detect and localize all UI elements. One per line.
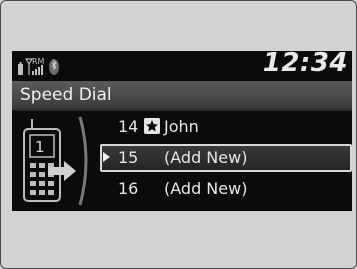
clock: 12:34 — [262, 51, 348, 78]
display-screen: RM 12:34 Speed Dial 1 14 John 15 (Add Ne… — [12, 51, 352, 211]
device-frame: RM 12:34 Speed Dial 1 14 John 15 (Add Ne… — [0, 0, 357, 269]
bluetooth-icon — [49, 59, 59, 75]
status-icons: RM — [18, 57, 59, 75]
roaming-label: RM — [32, 57, 45, 66]
entry-number: 16 — [118, 179, 139, 198]
title-bar: Speed Dial — [12, 81, 352, 109]
speed-dial-entry-14[interactable]: 14 John — [100, 113, 352, 141]
phone-battery-icon — [18, 62, 23, 75]
speed-dial-list: 14 John 15 (Add New) 16 (Add New) — [100, 113, 352, 209]
entry-number: 14 — [118, 117, 139, 136]
phone-slot-number: 1 — [35, 138, 45, 156]
phone-speed-dial-icon: 1 — [23, 116, 88, 206]
entry-name: (Add New) — [164, 179, 248, 198]
status-bar: RM 12:34 — [12, 51, 352, 81]
entry-number: 15 — [118, 148, 139, 167]
divider — [12, 109, 352, 111]
page-title: Speed Dial — [20, 85, 112, 105]
speed-dial-entry-16[interactable]: 16 (Add New) — [100, 175, 352, 203]
voice-tag-star-icon — [144, 118, 160, 134]
entry-name: (Add New) — [164, 148, 248, 167]
selection-arrow-icon — [103, 152, 110, 162]
speed-dial-entry-15[interactable]: 15 (Add New) — [100, 144, 352, 172]
entry-name: John — [164, 117, 199, 136]
